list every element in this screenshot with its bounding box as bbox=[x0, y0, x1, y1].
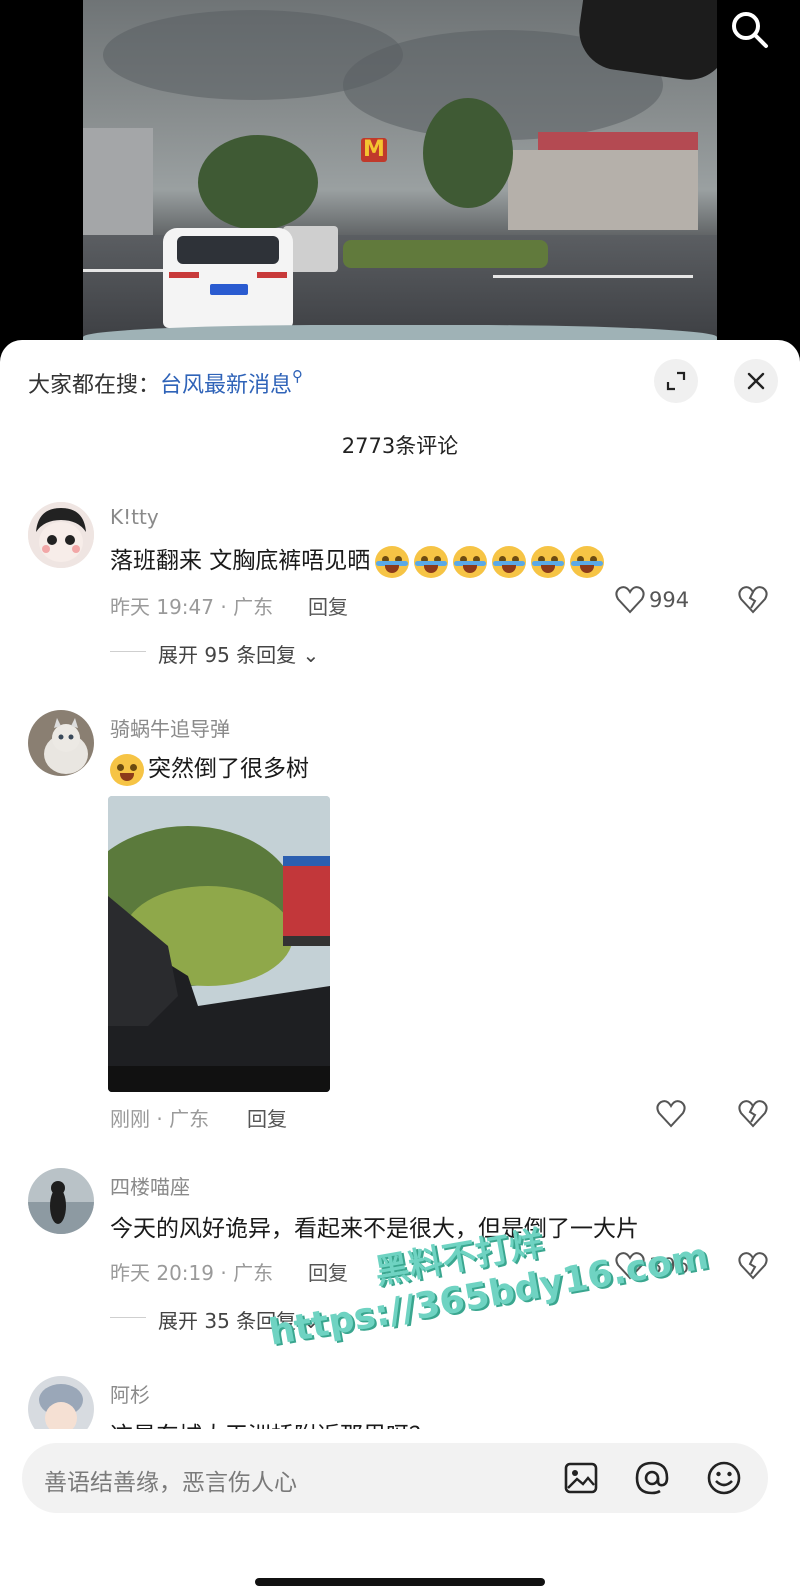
close-button[interactable] bbox=[734, 359, 778, 403]
image-button[interactable] bbox=[560, 1457, 602, 1499]
hot-search: 大家都在搜：台风最新消息⚲ bbox=[28, 367, 303, 399]
expand-replies[interactable]: 展开 95 条回复 ⌄ bbox=[158, 639, 319, 668]
username[interactable]: 骑蜗牛追导弹 bbox=[110, 713, 230, 742]
dislike-button[interactable] bbox=[738, 1100, 768, 1132]
avatar[interactable] bbox=[28, 1168, 94, 1234]
broken-heart-icon bbox=[738, 586, 768, 614]
comment-body: 突然倒了很多树 bbox=[148, 756, 309, 782]
crying-laughing-emoji bbox=[531, 545, 566, 578]
hot-search-prefix: 大家都在搜： bbox=[28, 373, 161, 398]
divider bbox=[110, 651, 146, 652]
avatar-image bbox=[28, 710, 94, 776]
comment-input[interactable]: 善语结善缘，恶言伤人心 bbox=[44, 1463, 297, 1497]
home-indicator[interactable] bbox=[255, 1578, 545, 1586]
shy-face-emoji bbox=[110, 753, 144, 786]
chevron-down-icon: ⌄ bbox=[296, 643, 320, 667]
expand-replies[interactable]: 展开 35 条回复 ⌄ bbox=[158, 1305, 319, 1334]
search-icon bbox=[732, 12, 768, 48]
comment-meta: 昨天 20:19 · 广东 bbox=[110, 1261, 274, 1285]
broken-heart-icon bbox=[738, 1252, 768, 1280]
crying-laughing-emoji bbox=[570, 545, 605, 578]
at-icon bbox=[635, 1461, 669, 1495]
expand-icon bbox=[666, 371, 686, 391]
avatar-image bbox=[28, 1376, 94, 1429]
crying-laughing-emoji bbox=[414, 545, 449, 578]
like-count: 994 bbox=[649, 588, 690, 612]
avatar[interactable] bbox=[28, 502, 94, 568]
crying-laughing-emoji bbox=[492, 545, 527, 578]
heart-icon bbox=[656, 1100, 686, 1128]
like-button[interactable]: 396 bbox=[615, 1252, 689, 1280]
like-button[interactable] bbox=[656, 1100, 686, 1128]
car-window bbox=[177, 236, 279, 264]
sheet-header: 大家都在搜：台风最新消息⚲ bbox=[0, 340, 800, 426]
video-frame: M bbox=[83, 0, 717, 345]
avatar[interactable] bbox=[28, 1376, 94, 1429]
expand-replies-label: 展开 95 条回复 bbox=[158, 643, 297, 667]
reply-button[interactable]: 回复 bbox=[308, 1257, 348, 1286]
reply-button[interactable]: 回复 bbox=[308, 591, 348, 620]
chevron-down-icon: ⌄ bbox=[296, 1309, 320, 1333]
white-car bbox=[163, 228, 293, 328]
expand-button[interactable] bbox=[654, 359, 698, 403]
dislike-button[interactable] bbox=[738, 586, 768, 618]
broken-heart-icon bbox=[738, 1100, 768, 1128]
comment-input-bar[interactable]: 善语结善缘，恶言伤人心 bbox=[22, 1443, 768, 1513]
mcdonalds-logo: M bbox=[361, 138, 387, 162]
divider bbox=[110, 1317, 146, 1318]
like-button[interactable]: 994 bbox=[615, 586, 689, 614]
comment-text: 今天的风好诡异，看起来不是很大，但是倒了一大片 bbox=[110, 1216, 639, 1242]
comment-item: 阿杉 这是东城大王洲桥附近那里呀？ bbox=[0, 1374, 800, 1429]
comment-meta: 昨天 19:47 · 广东 bbox=[110, 595, 274, 619]
tree bbox=[423, 98, 513, 208]
heart-icon bbox=[615, 586, 645, 614]
shop-sign bbox=[538, 132, 698, 150]
comment-text: 落班翻来 文胸底裤唔见晒 bbox=[110, 541, 605, 578]
video-player[interactable]: M bbox=[0, 0, 800, 355]
expand-replies-label: 展开 35 条回复 bbox=[158, 1309, 297, 1333]
photo-image bbox=[108, 796, 330, 1092]
building bbox=[83, 128, 153, 238]
crying-laughing-emoji bbox=[453, 545, 488, 578]
avatar-image bbox=[28, 502, 94, 568]
comment-photo[interactable] bbox=[108, 796, 330, 1092]
close-icon bbox=[747, 372, 765, 390]
comment-body: 落班翻来 文胸底裤唔见晒 bbox=[110, 548, 371, 574]
comment-count: 2773条评论 bbox=[341, 434, 459, 458]
search-button[interactable] bbox=[726, 6, 774, 54]
comment-text: 突然倒了很多树 bbox=[110, 749, 309, 786]
license-plate bbox=[210, 284, 248, 295]
heart-icon bbox=[615, 1252, 645, 1280]
tail-light bbox=[169, 272, 199, 278]
comment-meta: 刚刚 · 广东 bbox=[110, 1107, 210, 1131]
username[interactable]: K!tty bbox=[110, 505, 159, 529]
emoji-button[interactable] bbox=[703, 1457, 745, 1499]
reply-button[interactable]: 回复 bbox=[247, 1103, 287, 1132]
avatar-image bbox=[28, 1168, 94, 1234]
lane-marking bbox=[83, 269, 173, 272]
comment-text: 这是东城大王洲桥附近那里呀？ bbox=[110, 1416, 432, 1429]
avatar[interactable] bbox=[28, 710, 94, 776]
like-count: 396 bbox=[649, 1254, 690, 1278]
hedge bbox=[343, 240, 548, 268]
mention-button[interactable] bbox=[631, 1457, 673, 1499]
image-icon bbox=[564, 1462, 598, 1494]
tail-light bbox=[257, 272, 287, 278]
hot-search-keyword[interactable]: 台风最新消息 bbox=[160, 373, 292, 398]
username[interactable]: 四楼喵座 bbox=[110, 1171, 190, 1200]
dislike-button[interactable] bbox=[738, 1252, 768, 1284]
lane-marking bbox=[493, 275, 693, 278]
crying-laughing-emoji bbox=[375, 545, 410, 578]
building bbox=[508, 150, 698, 230]
smiley-icon bbox=[707, 1461, 741, 1495]
tree bbox=[198, 135, 318, 230]
small-search-icon: ⚲ bbox=[292, 367, 304, 385]
username[interactable]: 阿杉 bbox=[110, 1379, 150, 1408]
